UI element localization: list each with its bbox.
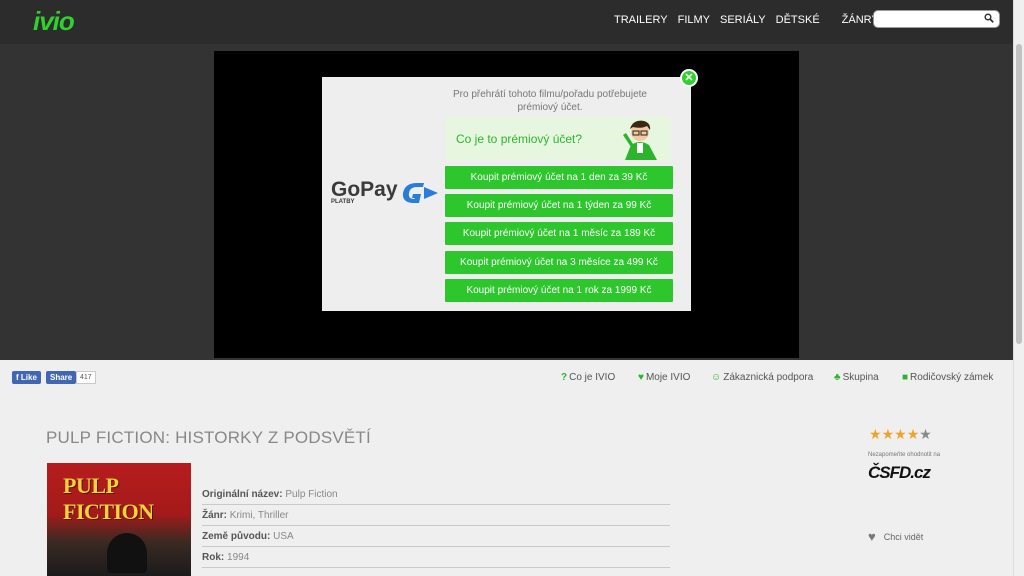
facebook-like-button[interactable]: f Like (12, 371, 41, 384)
premium-question-link[interactable]: Co je to prémiový účet? (456, 132, 582, 146)
detail-label: Země původu: (202, 531, 271, 542)
close-icon[interactable]: ✕ (680, 69, 698, 87)
nav-item-detske[interactable]: DĚTSKÉ (776, 14, 820, 26)
link-podpora[interactable]: ☺ Zákaznická podpora (711, 372, 813, 383)
detail-label: Rok: (202, 552, 225, 563)
buy-1-year-button[interactable]: Koupit prémiový účet na 1 rok za 1999 Kč (445, 279, 673, 302)
lock-icon: ■ (902, 372, 909, 383)
wishlist-label: Chci vidět (883, 531, 924, 542)
movie-title: PULP FICTION: HISTORKY Z PODSVĚTÍ (46, 428, 371, 447)
share-count: 417 (76, 371, 96, 384)
heart-icon: ♥ (638, 372, 644, 383)
link-rodicovsky-zamek[interactable]: ■ Rodičovský zámek (902, 372, 993, 383)
detail-label: Originální název: (202, 489, 283, 500)
detail-value: 1994 (227, 552, 250, 563)
page-scrollbar[interactable] (1013, 0, 1024, 576)
detail-country: Země původu: USA (202, 526, 670, 547)
link-skupina-label: Skupina (842, 372, 879, 383)
top-header: ivio TRAILERY FILMY SERIÁLY DĚTSKÉ ŽÁNRY (0, 0, 1024, 44)
star-half-icon[interactable]: ★ (919, 427, 932, 441)
question-icon: ? (561, 372, 568, 383)
link-rodicovsky-zamek-label: Rodičovský zámek (910, 372, 994, 383)
scrollbar-thumb[interactable] (1016, 44, 1022, 344)
main-nav: TRAILERY FILMY SERIÁLY DĚTSKÉ ŽÁNRY (614, 14, 889, 26)
facebook-share-button[interactable]: Share (46, 371, 77, 384)
buy-1-month-button[interactable]: Koupit prémiový účet na 1 měsíc za 189 K… (445, 222, 673, 245)
search-input[interactable] (873, 10, 1000, 28)
link-skupina[interactable]: ♣ Skupina (834, 372, 879, 383)
detail-genre: Žánr: Krimi, Thriller (202, 505, 670, 526)
poster-figure (107, 533, 147, 573)
nav-item-trailery[interactable]: TRAILERY (614, 14, 668, 26)
heart-plus-icon: ♥ (868, 529, 876, 544)
detail-value: USA (273, 531, 294, 542)
buy-1-week-button[interactable]: Koupit prémiový účet na 1 týden za 99 Kč (445, 194, 673, 217)
star-icon[interactable]: ★ (882, 427, 895, 441)
csfd-note: Nezapomeňte ohodnotit na (868, 452, 941, 458)
gopay-logo: GoPay PLATBY (331, 178, 438, 205)
ivio-logo[interactable]: ivio (33, 6, 75, 37)
star-icon[interactable]: ★ (869, 427, 882, 441)
link-co-je-ivio-label: Co je IVIO (569, 372, 616, 383)
link-co-je-ivio[interactable]: ? Co je IVIO (561, 372, 615, 383)
detail-label: Žánr: (202, 510, 227, 521)
detail-year: Rok: 1994 (202, 547, 670, 568)
premium-required-message: Pro přehrátí tohoto filmu/pořadu potřebu… (452, 89, 647, 113)
support-icon: ☺ (711, 372, 722, 383)
movie-poster: PULP FICTION (47, 463, 191, 576)
poster-title: PULP FICTION (63, 473, 154, 524)
detail-value: Krimi, Thriller (229, 510, 289, 521)
link-moje-ivio[interactable]: ♥ Moje IVIO (638, 372, 690, 383)
buy-3-months-button[interactable]: Koupit prémiový účet na 3 měsíce za 499 … (445, 251, 673, 274)
gopay-arrow-icon (402, 183, 438, 203)
like-label: Like (20, 373, 37, 382)
nav-item-filmy[interactable]: FILMY (678, 14, 710, 26)
buy-1-day-button[interactable]: Koupit prémiový účet na 1 den za 39 Kč (445, 166, 673, 189)
link-podpora-label: Zákaznická podpora (723, 372, 814, 383)
search-icon[interactable] (984, 13, 994, 23)
wishlist-button[interactable]: ♥ Chci vidět (868, 529, 923, 544)
star-icon[interactable]: ★ (907, 427, 920, 441)
mascot-illustration (623, 120, 657, 160)
link-moje-ivio-label: Moje IVIO (645, 372, 691, 383)
group-icon: ♣ (834, 372, 841, 383)
csfd-logo[interactable]: ČSFD.cz (868, 463, 931, 483)
detail-original-title: Originální název: Pulp Fiction (202, 484, 670, 505)
nav-item-serialy[interactable]: SERIÁLY (720, 14, 766, 26)
premium-info-banner[interactable]: Co je to prémiový účet? (446, 117, 671, 160)
star-icon[interactable]: ★ (894, 427, 907, 441)
detail-value: Pulp Fiction (285, 489, 338, 500)
social-toolbar: f Like Share 417 ? Co je IVIO ♥ Moje IVIO … (0, 360, 1013, 396)
star-rating[interactable]: ★ ★ ★ ★ ★ (869, 427, 932, 441)
